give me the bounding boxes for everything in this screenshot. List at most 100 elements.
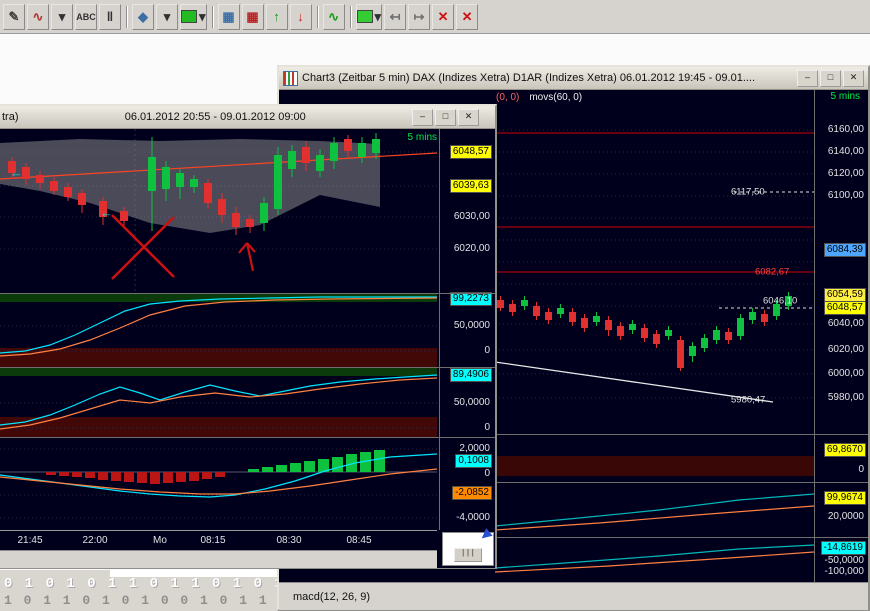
interval-label: 5 mins: [831, 91, 860, 102]
oscillator-panel-canvas[interactable]: [0, 367, 437, 437]
text-tool-icon[interactable]: ABC: [75, 4, 97, 30]
threshold-band: [0, 348, 437, 367]
stochastic-panel-canvas[interactable]: [0, 293, 437, 367]
detail-chart-title-fragment: tra): [2, 111, 19, 123]
candles: [497, 292, 792, 371]
application: ✎∿▾ABC‖◆▾▾▦▦↑↓∿▾↤↦✕✕ 0 1 0 1 0 1 1 0 1 1…: [0, 0, 870, 611]
detail-chart-titlebar[interactable]: tra) 06.01.2012 20:55 - 09.01.2012 09:00…: [0, 106, 495, 129]
price-chart-canvas[interactable]: ←←: [0, 129, 437, 293]
price-label: 0: [482, 422, 492, 434]
drawing-toolbar: ✎∿▾ABC‖◆▾▾▦▦↑↓∿▾↤↦✕✕: [0, 0, 870, 34]
maximize-button[interactable]: □: [820, 70, 841, 87]
grid-icon: ▦: [222, 9, 234, 25]
grid-red-icon[interactable]: ▦: [242, 4, 264, 30]
price-label: 99,2273: [450, 292, 492, 306]
price-label: 0: [482, 345, 492, 357]
time-axis-label: 08:15: [200, 535, 225, 546]
scroll-corner-widget[interactable]: ▶ |||: [442, 532, 494, 566]
delete-all-studies-icon: ✕: [462, 9, 473, 25]
price-label: 0,1008: [455, 454, 492, 468]
arrow-down-icon[interactable]: ↓: [290, 4, 312, 30]
delete-all-studies-icon[interactable]: ✕: [456, 4, 478, 30]
trendline: [495, 362, 773, 402]
histogram-bar: [137, 472, 147, 483]
line-color-swatch[interactable]: ▾: [180, 4, 207, 30]
detail-price-scale[interactable]: 6048,576039,636030,006020,0099,227350,00…: [439, 129, 494, 530]
histogram-bar: [46, 472, 56, 475]
price-label: 6048,57: [450, 145, 492, 159]
histogram-bar: [248, 469, 259, 472]
histogram-bar: [176, 472, 186, 482]
formula-text: macd(12, 26, 9): [293, 591, 370, 603]
text-tool-icon: ABC: [76, 12, 96, 22]
time-axis-label: 08:45: [346, 535, 371, 546]
arrow-up-icon[interactable]: ↑: [266, 4, 288, 30]
formula-bar[interactable]: macd(12, 26, 9): [279, 582, 868, 610]
pencil-icon: ✎: [9, 9, 20, 25]
histogram-bar: [202, 472, 212, 479]
drawn-arrow: [239, 243, 247, 253]
price-label: 6084,39: [824, 243, 866, 257]
indicator-line: [495, 552, 814, 572]
price-label: 6100,00: [826, 190, 866, 202]
shift-left-icon: ↤: [390, 9, 401, 25]
line-style-dropdown: ▾: [59, 9, 66, 25]
histogram-bar: [150, 472, 160, 484]
panel-divider[interactable]: [0, 437, 495, 438]
zigzag-icon[interactable]: ∿: [323, 4, 345, 30]
chart3-price-scale[interactable]: 6160,006140,006120,006100,006084,396054,…: [814, 90, 868, 582]
fill-color-swatch: ▾: [375, 9, 382, 25]
toolbar-separator: [317, 6, 318, 28]
arrow-up-icon: ↑: [273, 9, 280, 24]
shift-left-icon[interactable]: ↤: [384, 4, 406, 30]
background-window-fragment: 0 1 0 1 0 1 1 0 1 1 0 1 0 1 0 1 1 0 1 1 …: [0, 570, 277, 611]
chart3-titlebar[interactable]: Chart3 (Zeitbar 5 min) DAX (Indizes Xetr…: [279, 67, 868, 90]
parallel-lines-icon[interactable]: ‖: [99, 4, 121, 30]
window-controls: –□✕: [412, 109, 479, 126]
fill-color-swatch[interactable]: ▾: [356, 4, 383, 30]
parallel-lines-icon: ‖: [107, 9, 113, 24]
delete-study-icon[interactable]: ✕: [432, 4, 454, 30]
price-label: 0: [482, 468, 492, 480]
detail-chart-content: ←← 5 mins 6048,576039,636030,006020,0099…: [0, 129, 495, 568]
toolbar-separator: [350, 6, 351, 28]
panel-divider[interactable]: [0, 367, 495, 368]
price-label: 50,0000: [452, 397, 492, 409]
window-controls: –□✕: [797, 70, 864, 87]
histogram-bar: [98, 472, 108, 480]
price-label: 6054,59: [824, 288, 866, 302]
macd-panel-canvas[interactable]: [0, 437, 437, 530]
histogram-bar: [262, 467, 273, 472]
freehand-icon[interactable]: ∿: [27, 4, 49, 30]
maximize-button[interactable]: □: [435, 109, 456, 126]
histogram-bar: [374, 450, 385, 472]
minimize-button[interactable]: –: [412, 109, 433, 126]
price-label: 50,0000: [452, 320, 492, 332]
close-button[interactable]: ✕: [843, 70, 864, 87]
chart3-legend-strip: (0, 0) movs(60, 0): [496, 91, 582, 103]
close-button[interactable]: ✕: [458, 109, 479, 126]
histogram-bar: [332, 457, 343, 472]
histogram-bar: [85, 472, 95, 478]
time-axis-label: 22:00: [82, 535, 107, 546]
time-axis-label: 08:30: [276, 535, 301, 546]
time-axis-label: 21:45: [17, 535, 42, 546]
grid-red-icon: ▦: [246, 9, 258, 25]
time-axis[interactable]: 21:4522:00Mo08:1508:3008:45: [0, 530, 437, 550]
line-style-dropdown[interactable]: ▾: [51, 4, 73, 30]
shift-right-icon[interactable]: ↦: [408, 4, 430, 30]
histogram-bar: [304, 461, 315, 472]
window-bottom-bar: [0, 550, 437, 568]
price-label: 6020,00: [826, 344, 866, 356]
threshold-band: [0, 417, 437, 437]
grid-icon[interactable]: ▦: [218, 4, 240, 30]
pencil-icon[interactable]: ✎: [3, 4, 25, 30]
minimize-button[interactable]: –: [797, 70, 818, 87]
panel-divider[interactable]: [0, 293, 495, 294]
toolbar-separator: [126, 6, 127, 28]
shape-tool-icon[interactable]: ◆: [132, 4, 154, 30]
line-color-swatch: ▾: [199, 9, 206, 25]
price-label: 6160,00: [826, 124, 866, 136]
shape-dropdown[interactable]: ▾: [156, 4, 178, 30]
price-label: -4,0000: [454, 512, 492, 524]
